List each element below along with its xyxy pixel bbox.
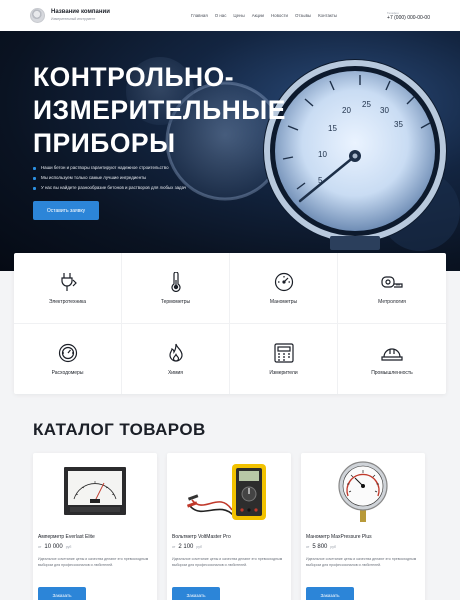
catalog-title: КАТАЛОГ ТОВАРОВ: [33, 420, 206, 439]
request-button[interactable]: Оставить заявку: [33, 201, 99, 220]
hardhat-icon: [381, 342, 403, 364]
categories-grid: Электротехника Термометры Манометры Метр…: [14, 253, 446, 394]
product-name[interactable]: Манометр MaxPressure Plus: [306, 534, 372, 540]
price-value: 2 100: [178, 544, 194, 550]
category-manometers[interactable]: Манометры: [230, 253, 338, 324]
category-industry[interactable]: Промышленность: [338, 324, 446, 395]
company-subtitle: Измерительный инструмент: [51, 17, 96, 21]
order-button[interactable]: Заказать: [306, 587, 354, 600]
price-row: от 10 000 руб: [38, 544, 71, 550]
product-card[interactable]: Манометр MaxPressure Plus от 5 800 руб И…: [301, 453, 425, 600]
price-value: 10 000: [44, 544, 63, 550]
category-thermometers[interactable]: Термометры: [122, 253, 230, 324]
category-label: Электротехника: [48, 299, 87, 305]
brand-block: Название компании Измерительный инструме…: [51, 9, 161, 22]
flowmeter-icon: [57, 342, 79, 364]
hero-bullet-text: У нас вы найдете разнообразие бетонов и …: [41, 185, 187, 190]
hero-bullet: Наши бетон и растворы гарантируют надежн…: [33, 163, 186, 173]
product-description: Идеальное сочетание цены и качества дела…: [306, 557, 417, 567]
thermometer-icon: [165, 271, 187, 293]
nav-about[interactable]: О нас: [215, 13, 227, 18]
category-electrical[interactable]: Электротехника: [14, 253, 122, 324]
price-from: от: [172, 545, 176, 549]
category-label: Манометры: [269, 299, 298, 305]
hero-bullet: У нас вы найдете разнообразие бетонов и …: [33, 183, 186, 193]
category-label: Термометры: [160, 299, 191, 305]
gauge-icon: [273, 271, 295, 293]
category-label: Расходомеры: [51, 369, 84, 376]
hero-bullet: Мы используем только самые лучшие ингред…: [33, 173, 186, 183]
hero-bullet-text: Мы используем только самые лучшие ингред…: [41, 175, 147, 180]
flame-icon: [165, 342, 187, 364]
category-flowmeters[interactable]: Расходомеры: [14, 323, 122, 394]
product-card[interactable]: Амперметр Everlast Elite от 10 000 руб И…: [33, 453, 157, 600]
company-name: Название компании: [51, 9, 110, 15]
product-description: Идеальное сочетание цены и качества дела…: [172, 557, 283, 567]
product-list: Амперметр Everlast Elite от 10 000 руб И…: [33, 453, 425, 600]
price-from: от: [306, 545, 310, 549]
main-nav: Главная О нас Цены Акции Новости Отзывы …: [191, 13, 337, 18]
svg-text:35: 35: [394, 120, 403, 129]
nav-home[interactable]: Главная: [191, 13, 208, 18]
price-value: 5 800: [312, 544, 328, 550]
nav-prices[interactable]: Цены: [233, 13, 244, 18]
order-button[interactable]: Заказать: [172, 587, 220, 600]
phone-number[interactable]: +7 (000) 000-00-00: [387, 15, 430, 21]
hero-bullet-text: Наши бетон и растворы гарантируют надежн…: [41, 165, 169, 170]
category-label: Метрология: [378, 299, 406, 305]
category-label: Химия: [167, 369, 184, 376]
order-button[interactable]: Заказать: [38, 587, 86, 600]
calculator-icon: [273, 342, 295, 364]
category-meters[interactable]: Измерители: [230, 323, 338, 394]
hero-title: КОНТРОЛЬНО-ИЗМЕРИТЕЛЬНЫЕ ПРИБОРЫ: [33, 62, 286, 158]
product-name[interactable]: Амперметр Everlast Elite: [38, 534, 95, 540]
bullet-marker-icon: [33, 186, 36, 190]
price-from: от: [38, 545, 42, 549]
product-card[interactable]: Вольтметр VoltMaster Pro от 2 100 руб Ид…: [167, 453, 291, 600]
category-label: Измерители: [269, 369, 298, 376]
category-chemistry[interactable]: Химия: [122, 323, 230, 394]
price-row: от 2 100 руб: [172, 544, 202, 550]
phone-block: Телефон +7 (000) 000-00-00: [387, 11, 430, 21]
product-name[interactable]: Вольтметр VoltMaster Pro: [172, 534, 231, 540]
nav-news[interactable]: Новости: [271, 13, 288, 18]
product-description: Идеальное сочетание цены и качества дела…: [38, 557, 149, 567]
bullet-marker-icon: [33, 166, 36, 170]
site-header: Название компании Измерительный инструме…: [0, 0, 460, 31]
company-logo[interactable]: [30, 8, 45, 23]
nav-reviews[interactable]: Отзывы: [295, 13, 311, 18]
hero-bullets: Наши бетон и растворы гарантируют надежн…: [33, 163, 186, 193]
multimeter-image: [167, 453, 291, 528]
price-row: от 5 800 руб: [306, 544, 336, 550]
tape-measure-icon: [381, 271, 403, 293]
bullet-marker-icon: [33, 176, 36, 180]
category-metrology[interactable]: Метрология: [338, 253, 446, 324]
plug-icon: [57, 271, 79, 293]
svg-text:25: 25: [362, 100, 371, 109]
nav-contacts[interactable]: Контакты: [318, 13, 337, 18]
hero-section: 5 10 15 20 25 30 35 КОНТРОЛЬНО-ИЗМЕРИТЕЛ…: [0, 31, 460, 271]
price-currency: руб: [196, 545, 202, 549]
nav-promos[interactable]: Акции: [252, 13, 264, 18]
svg-text:30: 30: [380, 106, 389, 115]
price-currency: руб: [65, 545, 72, 549]
ammeter-image: [33, 453, 157, 528]
price-currency: руб: [330, 545, 336, 549]
manometer-image: [301, 453, 425, 528]
category-label: Промышленность: [371, 369, 413, 376]
